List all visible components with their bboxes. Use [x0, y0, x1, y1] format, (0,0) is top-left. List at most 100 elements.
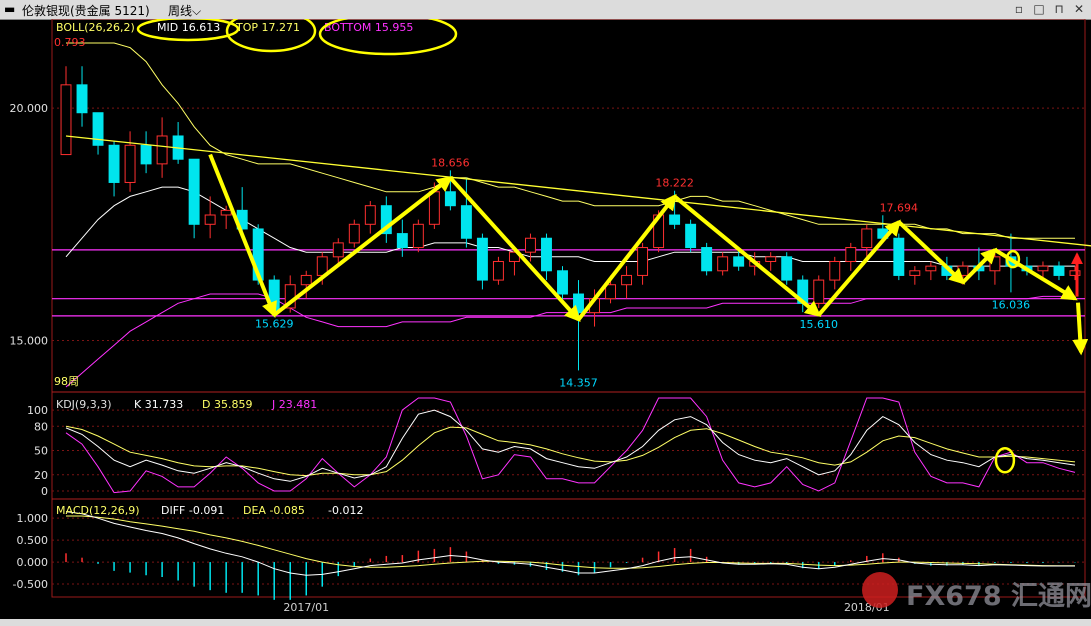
window-title: 伦敦银现(贵金属 5121) [22, 4, 150, 18]
price-chart[interactable]: 20.000 15.000 15.629 18.656 14.357 18.222 15.6… [0, 19, 1091, 619]
boll-label: BOLL(26,26,2) [56, 21, 135, 34]
candle-body [476, 237, 488, 281]
kdj-label: KDJ(9,3,3) [56, 398, 112, 411]
candle-body [364, 205, 376, 225]
candle-body [893, 237, 905, 276]
candle-body [781, 256, 793, 281]
candle-body [813, 279, 825, 304]
macd-dea-line [66, 515, 1075, 569]
edge-value-label: 0.793 [54, 36, 86, 49]
y-tick-label: 0.500 [17, 534, 49, 547]
watermark-logo-icon [862, 572, 898, 608]
kdj-k-label: K 31.733 [134, 398, 183, 411]
candle-body [428, 191, 440, 225]
kdj-k-line [65, 409, 1076, 482]
status-bar [0, 619, 1091, 626]
chevron-down-icon: ⌵ [192, 4, 202, 18]
price-annotation: 17.694 [880, 201, 919, 214]
x-tick-label: 2017/01 [283, 601, 329, 614]
candle-body [925, 265, 937, 272]
candle-body [701, 247, 713, 272]
candle-body [156, 135, 168, 165]
candle-body [717, 256, 729, 272]
candle-body [492, 260, 504, 281]
watermark: FX678 汇通网 [862, 570, 1091, 612]
price-annotation: 15.629 [255, 317, 294, 330]
candle-body [188, 158, 200, 225]
candle-body [460, 205, 472, 239]
price-annotation: 18.656 [431, 157, 470, 170]
candle-body [220, 209, 232, 216]
bar-count-label: 98周 [54, 375, 79, 388]
candle-body [573, 293, 584, 314]
candle-body [845, 247, 857, 262]
trend-arrow [1072, 302, 1089, 356]
kdj-j-line [65, 397, 1076, 494]
candle-body [829, 260, 841, 281]
candle-body [957, 265, 969, 276]
trend-line [65, 135, 1091, 247]
watermark-text: FX678 汇通网 [906, 581, 1091, 612]
y-tick-label: 20 [34, 469, 48, 482]
highlight-ellipse [994, 446, 1016, 474]
y-tick-label: 80 [34, 420, 48, 433]
y-tick-label: 15.000 [10, 335, 49, 348]
macd-dea-label: DEA -0.085 [243, 504, 305, 517]
trend-arrow [208, 153, 277, 318]
candle-body [140, 144, 152, 165]
candle-body [765, 256, 777, 262]
kdj-d-label: D 35.859 [202, 398, 252, 411]
candle-body [557, 270, 568, 295]
y-tick-label: 100 [27, 404, 48, 417]
candle-body [909, 270, 921, 276]
candle-body [685, 223, 697, 249]
candle-body [1053, 265, 1065, 276]
macd-value-label: -0.012 [328, 504, 363, 517]
candle-body [669, 214, 681, 225]
candle-body [861, 228, 873, 249]
pin-icon[interactable]: ⊓ [1050, 1, 1068, 17]
y-tick-label: 20.000 [10, 102, 49, 115]
boll-bottom-label: BOTTOM 15.955 [324, 21, 413, 34]
price-annotation: 18.222 [655, 177, 694, 190]
candle-body [637, 247, 649, 276]
boll-top-line [66, 42, 1075, 239]
candle-body [76, 84, 88, 114]
candle-body [989, 256, 1001, 272]
y-tick-label: 50 [34, 445, 48, 458]
candle-body [541, 237, 552, 272]
y-tick-label: 0.000 [17, 556, 49, 569]
candle-body [396, 233, 408, 249]
title-bar: ▬ 伦敦银现(贵金属 5121) 周线⌵ ▫ □ ⊓ ✕ [0, 0, 1091, 20]
macd-diff-label: DIFF -0.091 [161, 504, 224, 517]
candle-body [300, 274, 312, 286]
price-annotation: 14.357 [559, 376, 598, 389]
trend-arrow [576, 193, 677, 321]
candle-body [1037, 265, 1049, 272]
restore-icon[interactable]: ▫ [1010, 1, 1028, 17]
candle-body [60, 84, 72, 156]
kdj-j-label: J 23.481 [271, 398, 317, 411]
candle-body [444, 191, 456, 207]
candle-body [733, 256, 745, 267]
candle-body [204, 214, 216, 225]
price-annotation: 15.610 [799, 318, 838, 331]
macd-label: MACD(12,26,9) [56, 504, 140, 517]
boll-mid-label: MID 16.613 [157, 21, 220, 34]
candle-body [332, 242, 344, 258]
y-tick-label: -0.500 [13, 578, 48, 591]
close-icon[interactable]: ✕ [1070, 1, 1088, 17]
candle-body [348, 223, 360, 244]
candle-body [524, 237, 536, 253]
candle-body [412, 223, 424, 249]
price-annotation: 16.036 [992, 298, 1031, 311]
candle-body [605, 284, 617, 300]
y-tick-label: 0 [41, 485, 48, 498]
candle-body [124, 144, 136, 183]
candle-body [108, 144, 120, 183]
boll-top-label: TOP 17.271 [235, 21, 300, 34]
period-dropdown[interactable]: 周线⌵ [168, 2, 201, 19]
maximize-icon[interactable]: □ [1030, 1, 1048, 17]
candle-body [621, 274, 633, 286]
menu-icon[interactable]: ▬ [4, 2, 15, 16]
